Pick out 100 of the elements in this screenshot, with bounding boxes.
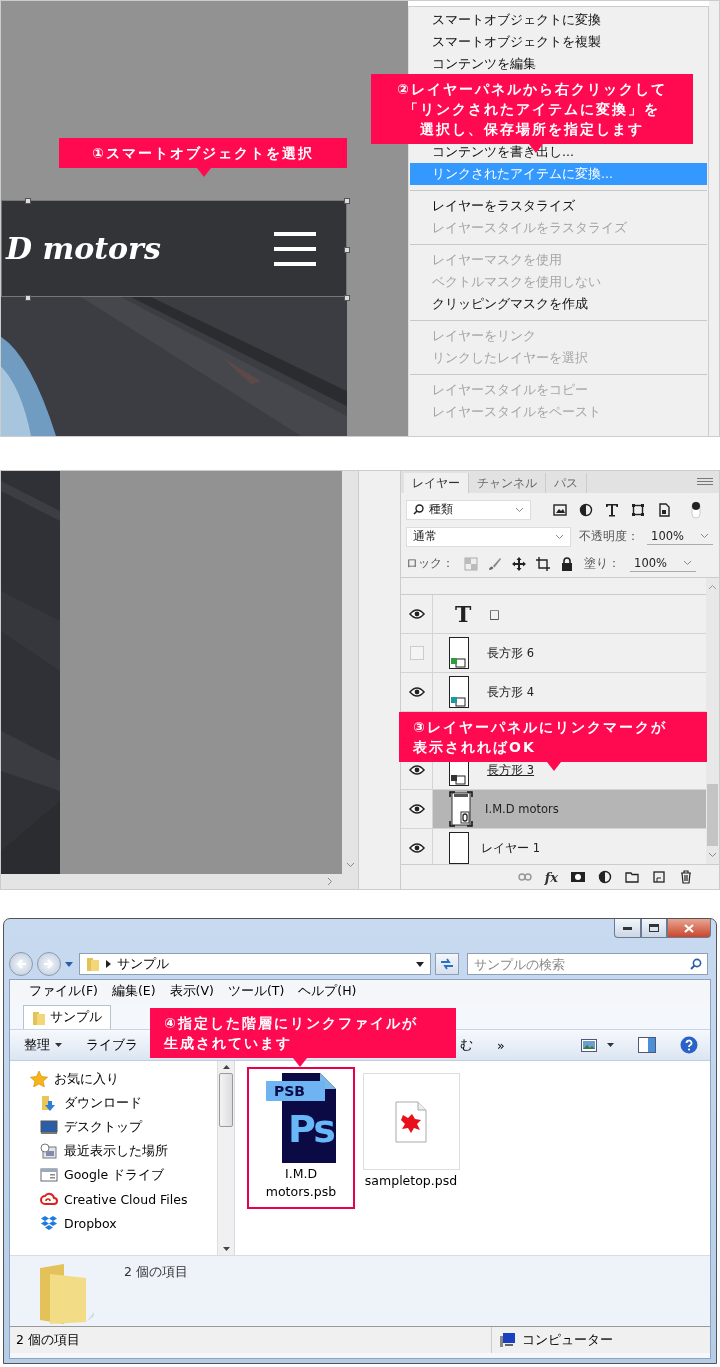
mask-icon[interactable] <box>571 870 585 884</box>
layer-name: 長方形 3 <box>487 762 535 778</box>
creative-cloud-icon <box>40 1191 58 1207</box>
menu-item[interactable]: 表示(V) <box>169 982 214 1000</box>
address-bar[interactable]: サンプル <box>79 953 431 975</box>
fill-label: 塗り： <box>584 556 621 571</box>
eye-icon[interactable] <box>408 687 425 697</box>
menu-item[interactable]: クリッピングマスクを作成 <box>410 293 707 315</box>
image-filter-icon[interactable] <box>553 502 568 517</box>
caret-icon[interactable] <box>607 1043 614 1047</box>
folder-icon[interactable] <box>625 870 639 884</box>
chevron-down-icon <box>700 532 709 539</box>
menu-item[interactable]: スマートオブジェクトを複製 <box>410 31 707 53</box>
arrow-left-icon <box>16 959 26 969</box>
refresh-button[interactable] <box>435 953 459 975</box>
smart-object-filter-icon[interactable] <box>657 502 672 517</box>
move-icon[interactable] <box>512 556 527 571</box>
selection-handle[interactable] <box>25 295 31 301</box>
back-button[interactable] <box>9 952 33 976</box>
selection-handle[interactable] <box>344 247 350 253</box>
menu-icon[interactable] <box>697 477 713 487</box>
nav-item[interactable]: Google ドライブ <box>64 1166 165 1184</box>
layer-row[interactable]: レイヤー 1 <box>433 829 706 864</box>
filter-toggle[interactable] <box>691 500 702 519</box>
artboard-lock-icon[interactable] <box>536 556 551 571</box>
panel-tab[interactable]: パス <box>546 473 588 493</box>
vertical-scrollbar[interactable] <box>217 1061 234 1255</box>
selection-handle[interactable] <box>25 198 31 204</box>
layer-row[interactable]: I.M.D motors <box>433 790 706 828</box>
forward-button[interactable] <box>37 952 61 976</box>
folder-icon <box>86 956 100 972</box>
brush-icon[interactable] <box>488 556 503 571</box>
layer-name: レイヤー 1 <box>481 840 541 856</box>
view-icon[interactable] <box>581 1038 597 1052</box>
vertical-scrollbar[interactable] <box>342 471 359 874</box>
preview-pane-icon[interactable] <box>638 1037 656 1053</box>
type-filter-icon[interactable] <box>605 502 620 517</box>
selection-handle[interactable] <box>344 198 350 204</box>
opacity-label: 不透明度： <box>579 529 640 544</box>
breadcrumb-arrow-icon <box>106 960 111 968</box>
panel-tab[interactable]: レイヤー <box>404 473 470 493</box>
layer-row[interactable]: 長方形 6 <box>433 634 706 672</box>
horizontal-scrollbar[interactable] <box>1 874 359 889</box>
file-badge: PSB <box>266 1081 325 1101</box>
menu-item[interactable]: 編集(E) <box>111 982 156 1000</box>
callout: ④指定した階層にリンクファイルが 生成されています <box>150 1008 456 1058</box>
scrollbar-thumb[interactable] <box>707 784 718 846</box>
eye-icon[interactable] <box>408 609 425 619</box>
help-icon[interactable] <box>680 1036 698 1054</box>
menu-item[interactable]: レイヤーをラスタライズ <box>410 195 707 217</box>
nav-item[interactable]: お気に入り <box>54 1070 119 1088</box>
adjustment-icon[interactable] <box>598 870 612 884</box>
file-item[interactable]: sampletop.psd <box>363 1067 459 1190</box>
toolbar-button[interactable]: ライブラ <box>86 1036 138 1054</box>
maximize-button[interactable] <box>641 919 667 938</box>
nav-item[interactable]: Creative Cloud Files <box>64 1191 188 1207</box>
eye-icon[interactable] <box>408 765 425 775</box>
chevron-down-icon <box>683 559 692 566</box>
panel-tab[interactable]: チャンネル <box>469 473 547 493</box>
refresh-icon <box>440 958 454 970</box>
shape-filter-icon[interactable] <box>631 502 646 517</box>
eye-icon[interactable] <box>408 804 425 814</box>
filter-dropdown[interactable]: 種類 <box>406 499 532 520</box>
window-icon <box>40 1167 58 1183</box>
toolbar-button[interactable]: 整理 <box>24 1036 62 1054</box>
folder-tab[interactable]: サンプル <box>23 1005 111 1029</box>
menu-item[interactable]: ツール(T) <box>227 982 285 1000</box>
fx-button[interactable]: fx <box>544 869 558 885</box>
opacity-field[interactable]: 100% <box>647 528 713 545</box>
more-button[interactable]: » <box>497 1037 505 1053</box>
nav-item[interactable]: 最近表示した場所 <box>64 1142 168 1160</box>
scrollbar-thumb[interactable] <box>219 1073 233 1127</box>
adjustment-filter-icon[interactable] <box>579 502 594 517</box>
menu-item[interactable]: スマートオブジェクトに変換 <box>410 9 707 31</box>
file-item[interactable]: PSB Ps I.M.D motors.psb <box>247 1067 355 1209</box>
close-button[interactable] <box>667 919 711 938</box>
blend-mode-dropdown[interactable]: 通常 <box>406 526 572 547</box>
visibility-checkbox[interactable] <box>409 646 424 660</box>
menu-item[interactable]: ヘルプ(H) <box>298 982 357 1000</box>
file-name: sampletop.psd <box>363 1172 459 1190</box>
toolbar-button[interactable]: む <box>460 1036 473 1054</box>
nav-item[interactable]: デスクトップ <box>64 1118 142 1136</box>
minimize-button[interactable] <box>614 919 641 938</box>
selection-handle[interactable] <box>344 295 350 301</box>
menu-icon <box>274 231 316 266</box>
new-layer-icon[interactable] <box>652 870 666 884</box>
menu-item[interactable]: コンテンツを編集 <box>410 53 707 75</box>
vertical-scrollbar[interactable] <box>706 578 719 864</box>
search-field[interactable]: サンプルの検索 <box>467 953 708 975</box>
layer-row[interactable]: T □ <box>433 595 706 633</box>
fill-field[interactable]: 100% <box>630 555 696 572</box>
eye-icon[interactable] <box>408 843 425 853</box>
chevron-down-icon <box>555 533 565 540</box>
lock-icon[interactable] <box>560 556 575 571</box>
nav-item[interactable]: ダウンロード <box>64 1094 142 1112</box>
chevron-down-icon <box>345 862 355 868</box>
nav-item[interactable]: Dropbox <box>64 1215 117 1231</box>
menu-item[interactable]: ファイル(F) <box>29 982 98 1000</box>
trash-icon[interactable] <box>679 870 693 884</box>
layer-row[interactable]: 長方形 4 <box>433 673 706 711</box>
